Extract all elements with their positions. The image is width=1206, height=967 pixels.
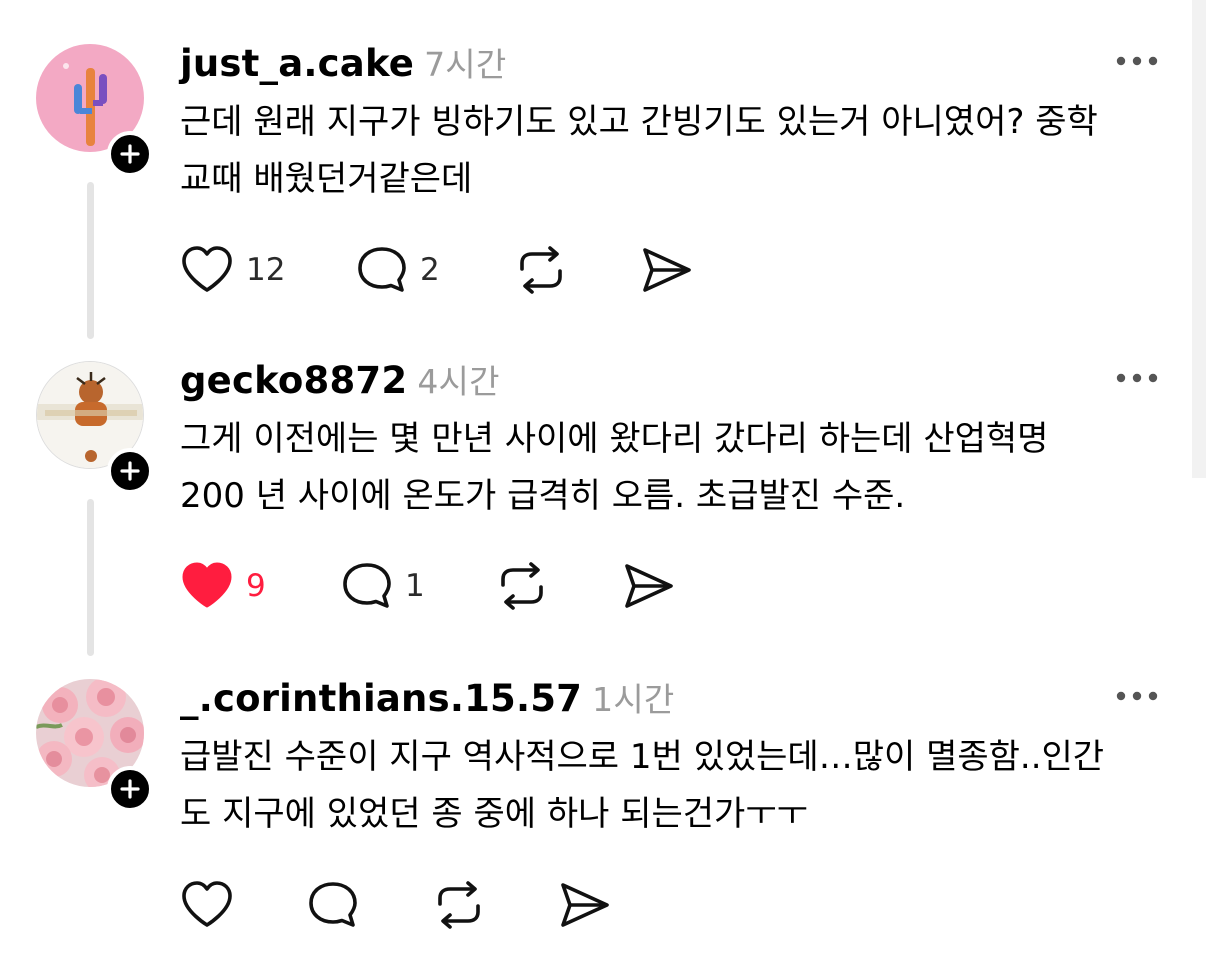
post-text-line: 근데 원래 지구가 빙하기도 있고 간빙기도 있는거 아니였어? 중학 — [180, 102, 1098, 142]
like-count: 9 — [246, 568, 266, 604]
post-header: _.corinthians.15.57 1시간 — [180, 673, 674, 721]
more-dots-icon — [1116, 373, 1158, 383]
repost-icon — [438, 881, 480, 929]
send-icon — [625, 564, 673, 608]
heart-icon — [182, 562, 232, 608]
comment-button[interactable] — [307, 880, 359, 930]
share-button[interactable] — [558, 880, 612, 930]
send-icon — [561, 883, 609, 927]
like-button[interactable] — [180, 880, 234, 930]
repost-icon — [520, 246, 562, 294]
username[interactable]: gecko8872 — [180, 359, 407, 402]
repost-button[interactable] — [495, 561, 549, 611]
repost-button[interactable] — [432, 880, 486, 930]
share-button[interactable] — [622, 561, 676, 611]
more-button[interactable] — [1115, 688, 1159, 704]
timestamp: 7시간 — [424, 45, 507, 84]
like-button[interactable]: 12 — [180, 245, 285, 295]
heart-icon — [182, 881, 232, 927]
post-text-line: 그게 이전에는 몇 만년 사이에 왔다리 갔다리 하는데 산업혁명 — [180, 419, 1049, 459]
post-text-line: 200 년 사이에 온도가 급격히 오름. 초급발진 수준. — [180, 476, 906, 516]
more-dots-icon — [1116, 691, 1158, 701]
comment-bubble-icon — [358, 247, 406, 292]
post-text: 근데 원래 지구가 빙하기도 있고 간빙기도 있는거 아니였어? 중학 교때 배… — [180, 94, 1180, 208]
post-text-line: 교때 배웠던거같은데 — [180, 159, 473, 199]
follow-button[interactable] — [107, 766, 153, 812]
like-count: 12 — [246, 252, 286, 288]
timestamp: 4시간 — [417, 362, 500, 401]
heart-icon — [182, 246, 232, 292]
more-button[interactable] — [1115, 370, 1159, 386]
comment-button[interactable]: 1 — [341, 561, 425, 611]
follow-button[interactable] — [107, 448, 153, 494]
post-text-line: 급발진 수준이 지구 역사적으로 1번 있었는데…많이 멸종함..인간 — [180, 737, 1105, 777]
post-text: 그게 이전에는 몇 만년 사이에 왔다리 갔다리 하는데 산업혁명 200 년 … — [180, 411, 1180, 525]
post-text-line: 도 지구에 있었던 종 중에 하나 되는건가ㅜㅜ — [180, 794, 808, 834]
post-text: 급발진 수준이 지구 역사적으로 1번 있었는데…많이 멸종함..인간 도 지구… — [180, 729, 1180, 843]
post-header: just_a.cake 7시간 — [180, 38, 506, 86]
thread-line — [87, 499, 94, 656]
repost-icon — [501, 562, 543, 610]
like-button[interactable]: 9 — [180, 561, 266, 611]
username[interactable]: _.corinthians.15.57 — [180, 677, 582, 720]
comment-bubble-icon — [309, 882, 357, 927]
scrollbar[interactable] — [1192, 0, 1206, 478]
share-button[interactable] — [640, 245, 694, 295]
post-header: gecko8872 4시간 — [180, 355, 500, 403]
more-dots-icon — [1116, 56, 1158, 66]
timestamp: 1시간 — [592, 680, 675, 719]
comment-bubble-icon — [343, 563, 391, 608]
repost-button[interactable] — [514, 245, 568, 295]
follow-button[interactable] — [107, 131, 153, 177]
send-icon — [643, 248, 691, 292]
plus-icon — [120, 779, 140, 799]
comment-count: 2 — [420, 252, 440, 288]
comment-button[interactable]: 2 — [356, 245, 440, 295]
username[interactable]: just_a.cake — [180, 42, 414, 85]
thread-line — [87, 182, 94, 339]
plus-icon — [120, 144, 140, 164]
more-button[interactable] — [1115, 53, 1159, 69]
plus-icon — [120, 461, 140, 481]
comment-count: 1 — [405, 568, 425, 604]
